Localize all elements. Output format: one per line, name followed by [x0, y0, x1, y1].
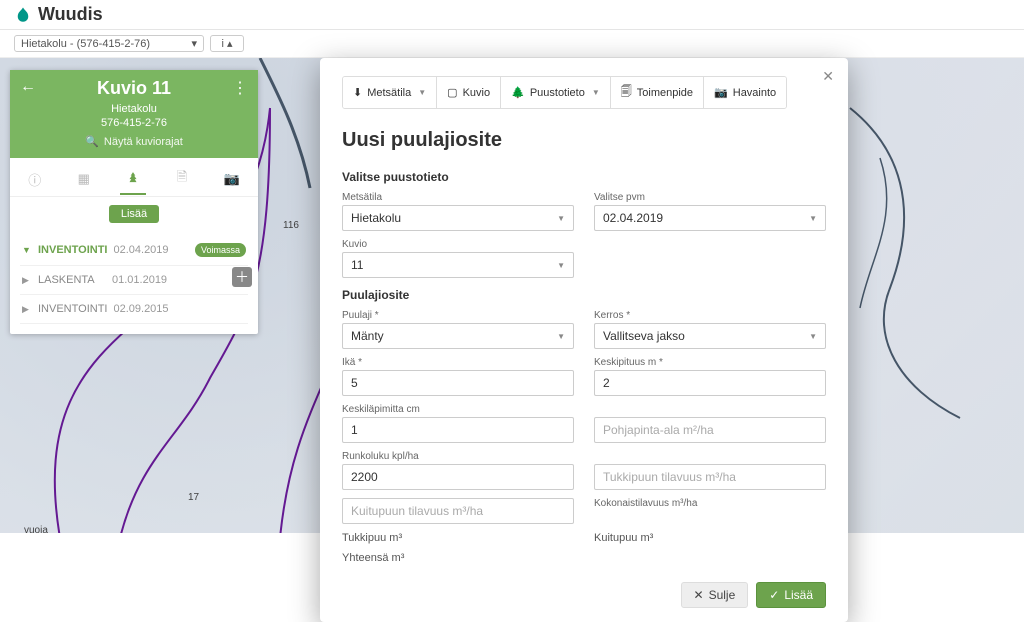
tab-note-icon[interactable]: 🗎	[177, 162, 187, 196]
status-badge: Voimassa	[195, 243, 246, 257]
svg-text:17: 17	[188, 492, 200, 503]
pvm-label: Valitse pvm	[594, 192, 826, 203]
metsatila-label: Metsätila	[342, 192, 574, 203]
modal-toolbar: ⬇ Metsätila ▼ ▢ Kuvio 🌲 Puustotieto ▼ 🗐 …	[342, 76, 787, 109]
yhteensa-readout: Yhteensä m³	[342, 552, 574, 564]
list-item[interactable]: ▶ LASKENTA 01.01.2019	[20, 266, 248, 295]
kuvio-estate-id: 576-415-2-76	[30, 117, 238, 129]
kuitupuun-tilavuus-input[interactable]	[342, 498, 574, 524]
caret-down-icon: ▼	[418, 88, 426, 97]
modal-close-button[interactable]: ✕ Sulje	[681, 582, 749, 608]
caret-down-icon: ▼	[557, 214, 565, 223]
item-date: 02.09.2015	[113, 303, 168, 315]
toolbar-puustotieto[interactable]: 🌲 Puustotieto ▼	[501, 77, 611, 108]
kuvio-label: Kuvio	[342, 239, 574, 250]
main-area: 116 17 vuoja ← ⋮ Kuvio 11 Hietakolu 576-…	[0, 58, 1024, 533]
leaf-icon	[14, 6, 32, 24]
item-name: INVENTOINTI	[38, 244, 107, 256]
ika-input[interactable]	[342, 370, 574, 396]
svg-text:116: 116	[283, 220, 299, 231]
keskipituus-label: Keskipituus m *	[594, 357, 826, 368]
chevron-right-icon[interactable]: ▶	[22, 304, 32, 315]
section-puustotieto: Valitse puustotieto	[342, 170, 826, 184]
camera-icon: 📷	[714, 86, 728, 99]
copy-icon: 🗐	[621, 83, 632, 102]
app-logo: Wuudis	[14, 4, 103, 25]
caret-down-icon: ▼	[809, 332, 817, 341]
show-borders-label: Näytä kuviorajat	[104, 136, 183, 148]
panel-add-button[interactable]: Lisää	[109, 205, 159, 223]
modal-title: Uusi puulajiosite	[342, 129, 826, 152]
toolbar-metsatila[interactable]: ⬇ Metsätila ▼	[343, 77, 437, 108]
kuvio-select[interactable]: 11 ▼	[342, 252, 574, 278]
tab-info-icon[interactable]: ⓘ	[28, 164, 41, 195]
kerros-label: Kerros *	[594, 310, 826, 321]
metsatila-select[interactable]: Hietakolu ▼	[342, 205, 574, 231]
kerros-select[interactable]: Vallitseva jakso ▼	[594, 323, 826, 349]
keskilapimitta-label: Keskiläpimitta cm	[342, 404, 574, 415]
close-icon[interactable]: ✕	[822, 68, 834, 85]
section-puulajiosite: Puulajiosite	[342, 288, 826, 302]
chevron-down-icon: ▾	[191, 37, 197, 50]
toolbar-toimenpide[interactable]: 🗐 Toimenpide	[611, 77, 704, 108]
property-bar: Hietakolu - (576-415-2-76) ▾ i ▴	[0, 30, 1024, 58]
runkoluku-label: Runkoluku kpl/ha	[342, 451, 574, 462]
check-icon: ✓	[769, 588, 779, 602]
caret-down-icon: ▼	[557, 261, 565, 270]
puulaji-label: Puulaji *	[342, 310, 574, 321]
toolbar-havainto[interactable]: 📷 Havainto	[704, 77, 786, 108]
download-icon: ⬇	[353, 86, 362, 99]
kuvio-panel: ← ⋮ Kuvio 11 Hietakolu 576-415-2-76 🔍 Nä…	[10, 70, 258, 334]
item-date: 01.01.2019	[112, 274, 167, 286]
list-item[interactable]: ▶ INVENTOINTI 02.09.2015	[20, 295, 248, 324]
tree-icon: 🌲	[511, 86, 525, 99]
list-item[interactable]: ▼ INVENTOINTI 02.04.2019 Voimassa	[20, 235, 248, 266]
item-name: INVENTOINTI	[38, 303, 107, 315]
panel-header: ← ⋮ Kuvio 11 Hietakolu 576-415-2-76 🔍 Nä…	[10, 70, 258, 158]
kuvio-title: Kuvio 11	[30, 78, 238, 99]
show-borders-button[interactable]: 🔍 Näytä kuviorajat	[85, 135, 183, 148]
back-icon[interactable]: ←	[20, 78, 36, 96]
chevron-down-icon[interactable]: ▼	[22, 245, 32, 255]
kuvio-estate: Hietakolu	[30, 103, 238, 115]
tab-area-icon[interactable]: ▦	[78, 165, 90, 193]
toolbar-kuvio[interactable]: ▢ Kuvio	[437, 77, 501, 108]
x-icon: ✕	[694, 588, 704, 602]
kuitupuu-readout: Kuitupuu m³	[594, 532, 826, 544]
info-button[interactable]: i ▴	[210, 35, 244, 52]
app-header: Wuudis	[0, 0, 1024, 30]
modal-footer: ✕ Sulje ✓ Lisää	[342, 582, 826, 608]
caret-down-icon: ▼	[809, 214, 817, 223]
keskilapimitta-input[interactable]	[342, 417, 574, 443]
tukkipuun-tilavuus-input[interactable]	[594, 464, 826, 490]
chevron-right-icon[interactable]: ▶	[22, 275, 32, 286]
item-name: LASKENTA	[38, 274, 106, 286]
add-item-icon[interactable]: ＋	[232, 267, 252, 287]
tukkipuu-readout: Tukkipuu m³	[342, 532, 574, 544]
property-selector-value: Hietakolu - (576-415-2-76)	[21, 38, 150, 50]
kokonaistilavuus-label: Kokonaistilavuus m³/ha	[594, 498, 826, 509]
item-date: 02.04.2019	[113, 244, 168, 256]
pohjapinta-input[interactable]	[594, 417, 826, 443]
modal-add-button[interactable]: ✓ Lisää	[756, 582, 826, 608]
square-icon: ▢	[447, 86, 457, 99]
panel-tabs: ⓘ ▦ 🗎 📷	[10, 158, 258, 197]
caret-down-icon: ▼	[592, 88, 600, 97]
tree-icon	[126, 171, 140, 185]
property-selector[interactable]: Hietakolu - (576-415-2-76) ▾	[14, 35, 204, 52]
inventory-list: ▼ INVENTOINTI 02.04.2019 Voimassa ＋ ▶ LA…	[10, 231, 258, 334]
pvm-select[interactable]: 02.04.2019 ▼	[594, 205, 826, 231]
kebab-icon[interactable]: ⋮	[232, 78, 248, 98]
ika-label: Ikä *	[342, 357, 574, 368]
modal-dialog: ✕ ⬇ Metsätila ▼ ▢ Kuvio 🌲 Puustotieto ▼ …	[320, 58, 848, 622]
runkoluku-input[interactable]	[342, 464, 574, 490]
search-icon: 🔍	[85, 135, 99, 148]
caret-down-icon: ▼	[557, 332, 565, 341]
tab-camera-icon[interactable]: 📷	[224, 165, 240, 193]
app-name: Wuudis	[38, 4, 103, 25]
svg-text:vuoja: vuoja	[24, 525, 48, 533]
keskipituus-input[interactable]	[594, 370, 826, 396]
puulaji-select[interactable]: Mänty ▼	[342, 323, 574, 349]
tab-tree-icon[interactable]	[126, 165, 140, 194]
